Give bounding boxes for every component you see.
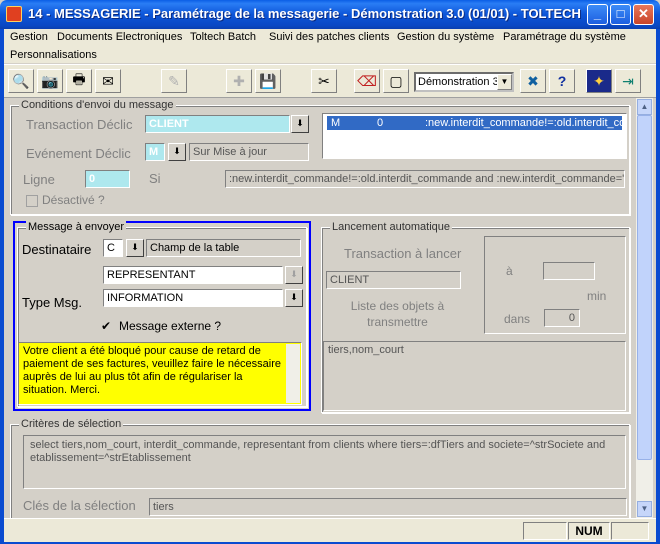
chevron-down-icon[interactable]: ▼: [497, 74, 512, 90]
search-icon[interactable]: 🔍: [8, 69, 34, 93]
app-icon[interactable]: [6, 6, 22, 22]
dans-label: dans: [504, 312, 531, 326]
row-line: 0: [377, 117, 384, 129]
a-label: à: [506, 264, 513, 278]
launch-legend: Lancement automatique: [330, 221, 453, 233]
destinataire-lookup-icon[interactable]: ⬇: [126, 239, 144, 257]
message-externe-label: Message externe ?: [119, 319, 222, 333]
menu-personnalisations[interactable]: Personnalisations: [10, 49, 97, 61]
status-num: NUM: [568, 522, 610, 540]
criteria-legend: Critères de sélection: [19, 418, 124, 430]
cut-icon[interactable]: ✂: [311, 69, 337, 93]
transaction-lancer-field[interactable]: CLIENT: [326, 271, 461, 289]
criteria-query-textarea[interactable]: select tiers,nom_court, interdit_command…: [23, 435, 626, 489]
si-condition-field[interactable]: :new.interdit_commande!=:old.interdit_co…: [225, 170, 625, 188]
cles-label: Clés de la sélection: [23, 498, 136, 513]
maximize-button[interactable]: □: [610, 4, 631, 25]
status-panel-caps: [523, 522, 567, 540]
min-label: min: [587, 289, 607, 303]
message-body-textarea[interactable]: Votre client a été bloqué pour cause de …: [18, 342, 302, 405]
desactive-checkbox[interactable]: [26, 195, 38, 207]
company-select[interactable]: Démonstration 3 ▼: [414, 72, 514, 92]
minimize-button[interactable]: _: [587, 4, 608, 25]
type-msg-lookup-icon[interactable]: ⬇: [285, 289, 303, 307]
type-msg-label: Type Msg.: [22, 295, 82, 310]
row-condition: :new.interdit_commande!=:old.interdit_co…: [425, 117, 626, 129]
transaction-lookup-icon[interactable]: ⬇: [291, 115, 309, 133]
close-button[interactable]: ✕: [633, 4, 654, 25]
conditions-list-row[interactable]: M 0 :new.interdit_commande!=:old.interdi…: [327, 116, 626, 130]
menu-gestion[interactable]: Gestion: [10, 31, 48, 43]
ligne-label: Ligne: [23, 172, 55, 187]
camera-icon[interactable]: 📷: [37, 69, 63, 93]
transaction-lancer-label: Transaction à lancer: [344, 246, 462, 261]
eraser-icon[interactable]: ⌫: [354, 69, 380, 93]
row-type: M: [331, 117, 341, 129]
cles-field[interactable]: tiers: [149, 498, 627, 516]
status-bar: NUM: [4, 518, 656, 542]
evenement-declic-label: Evénement Déclic: [26, 146, 131, 161]
menu-documents-electroniques[interactable]: Documents Electroniques: [57, 31, 182, 43]
scroll-down-icon[interactable]: ▼: [637, 501, 652, 517]
message-legend: Message à envoyer: [26, 221, 126, 233]
evenement-code-field[interactable]: M: [145, 143, 165, 161]
menu-suivi-patches[interactable]: Suivi des patches clients: [269, 31, 389, 43]
transaction-declic-label: Transaction Déclic: [26, 117, 133, 132]
save-icon[interactable]: 💾: [255, 69, 281, 93]
destinataire-field[interactable]: REPRESENTANT: [103, 266, 283, 284]
scroll-thumb[interactable]: [637, 115, 652, 460]
destinataire-code-field[interactable]: C: [103, 239, 123, 257]
menu-bar: Gestion Documents Electroniques Toltech …: [4, 29, 656, 63]
conditions-legend: Conditions d'envoi du message: [19, 99, 176, 111]
company-select-value: Démonstration 3: [418, 76, 499, 88]
mail-icon[interactable]: ✉: [95, 69, 121, 93]
message-body-scrollbar[interactable]: [286, 344, 300, 403]
si-label: Si: [149, 171, 161, 186]
menu-gestion-systeme[interactable]: Gestion du système: [397, 31, 494, 43]
conditions-list[interactable]: M 0 :new.interdit_commande!=:old.interdi…: [322, 113, 627, 159]
toolbar: 🔍 📷 🖶 ✉ ✎ ✚ 💾 ✂ ⌫ ▢ Démonstration 3 ▼ ✖ …: [4, 64, 656, 98]
a-field[interactable]: [543, 262, 595, 280]
vertical-scrollbar[interactable]: ▲ ▼: [636, 98, 653, 518]
form-area: Conditions d'envoi du message Transactio…: [4, 98, 636, 518]
transaction-declic-field[interactable]: CLIENT: [145, 115, 290, 133]
new-document-icon[interactable]: ▢: [383, 69, 409, 93]
desactive-label: Désactivé ?: [42, 193, 105, 207]
print-icon[interactable]: 🖶: [66, 69, 92, 93]
window-title: 14 - MESSAGERIE - Paramétrage de la mess…: [28, 6, 581, 21]
evenement-desc-field: Sur Mise à jour: [189, 143, 309, 161]
message-externe-checkbox[interactable]: ✔: [101, 319, 111, 333]
ligne-field[interactable]: 0: [85, 170, 130, 188]
scroll-up-icon[interactable]: ▲: [637, 99, 652, 115]
destinataire-desc-field: Champ de la table: [146, 239, 301, 257]
objets-textarea[interactable]: tiers,nom_court: [323, 341, 626, 411]
add-icon[interactable]: ✚: [226, 69, 252, 93]
destinataire-field-lookup-icon[interactable]: ⬇: [285, 266, 303, 284]
window-frame-right: [656, 29, 660, 544]
magic-wand-icon[interactable]: ✦: [586, 69, 612, 93]
tools-icon[interactable]: ✖: [520, 69, 546, 93]
evenement-lookup-icon[interactable]: ⬇: [168, 143, 186, 161]
dans-field[interactable]: 0: [544, 309, 580, 327]
exit-icon[interactable]: ⇥: [615, 69, 641, 93]
type-msg-field[interactable]: INFORMATION: [103, 289, 283, 307]
help-icon[interactable]: ?: [549, 69, 575, 93]
destinataire-label: Destinataire: [22, 242, 92, 257]
menu-parametrage-systeme[interactable]: Paramétrage du système: [503, 31, 626, 43]
status-panel-scroll: [611, 522, 649, 540]
objets-label: Liste des objets à transmettre: [350, 299, 445, 329]
menu-toltech-batch[interactable]: Toltech Batch: [190, 31, 256, 43]
edit-pen-icon[interactable]: ✎: [161, 69, 187, 93]
